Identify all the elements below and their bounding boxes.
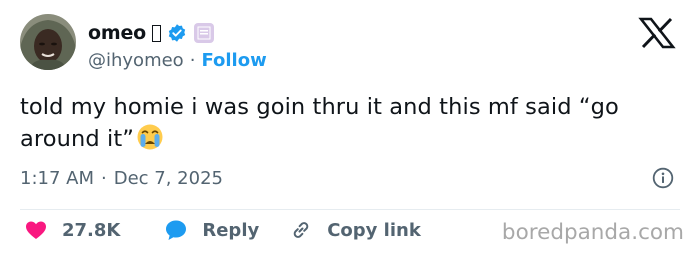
- like-button[interactable]: 27.8K: [24, 218, 120, 242]
- x-logo-icon[interactable]: [638, 17, 676, 49]
- tweet-body: told my homie i was goin thru it and thi…: [20, 94, 619, 152]
- watermark: boredpanda.com: [501, 220, 684, 245]
- unsupported-glyph: [152, 24, 161, 42]
- separator-dot: ·: [101, 167, 107, 189]
- copy-link-label: Copy link: [327, 219, 421, 241]
- follow-button[interactable]: Follow: [201, 50, 266, 71]
- tweet-text: told my homie i was goin thru it and thi…: [20, 92, 680, 160]
- author-name-row: omeo: [88, 21, 214, 45]
- reply-bubble-icon: [166, 220, 187, 240]
- heart-icon: [26, 221, 46, 239]
- copy-link-button[interactable]: Copy link: [289, 218, 421, 242]
- divider: [20, 209, 680, 210]
- separator-dot: ·: [189, 49, 196, 71]
- info-icon[interactable]: [652, 167, 674, 193]
- link-icon: [293, 222, 309, 238]
- reply-label: Reply: [202, 219, 260, 241]
- handle-row: @ihyomeo · Follow: [88, 48, 267, 72]
- reply-button[interactable]: Reply: [164, 218, 259, 242]
- tweet-date[interactable]: Dec 7, 2025: [114, 168, 223, 189]
- crying-face-emoji: [136, 123, 164, 160]
- avatar[interactable]: [20, 14, 76, 70]
- like-count: 27.8K: [62, 219, 121, 241]
- handle[interactable]: @ihyomeo: [88, 50, 184, 71]
- tweet-time[interactable]: 1:17 AM: [20, 168, 94, 189]
- verified-badge-icon: [167, 23, 187, 43]
- affiliation-badge-icon: [194, 23, 214, 43]
- action-bar: 27.8K Reply Copy link: [24, 217, 421, 243]
- tweet-meta: 1:17 AM · Dec 7, 2025: [20, 166, 223, 190]
- display-name[interactable]: omeo: [88, 22, 146, 44]
